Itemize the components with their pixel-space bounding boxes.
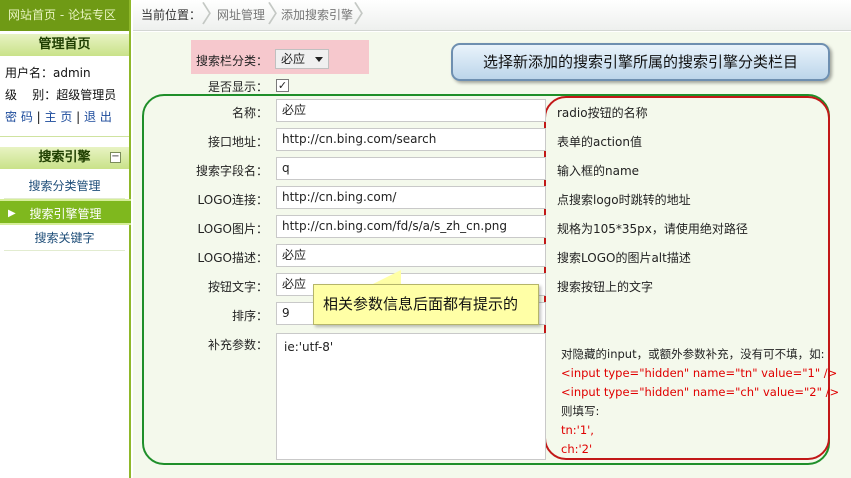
sidebar-section-search-label: 搜索引擎 — [38, 150, 91, 165]
action-url-input[interactable]: http://cn.bing.com/search — [276, 128, 546, 151]
breadcrumb-separator-icon: 〉 — [353, 0, 377, 28]
username-label: 用户名： — [5, 66, 54, 80]
field-label-extra: 补充参数： — [207, 338, 268, 352]
category-label: 搜索栏分类： — [195, 54, 268, 68]
sidebar-divider — [0, 136, 129, 137]
hint-action: 表单的action值 — [557, 135, 642, 149]
logo-alt-input[interactable]: 必应 — [276, 244, 546, 267]
hints-note-callout: 相关参数信息后面都有提示的 — [313, 284, 539, 325]
field-label-button-text: 按钮文字： — [207, 280, 268, 294]
sidebar-section-home[interactable]: 管理首页 — [0, 34, 129, 56]
logo-image-input[interactable]: http://cn.bing.com/fd/s/a/s_zh_cn.png — [276, 215, 546, 238]
breadcrumb-separator-icon: 〉 — [267, 0, 291, 28]
hint-query: 输入框的name — [557, 164, 640, 178]
breadcrumb-separator-icon: 〉 — [201, 0, 225, 28]
name-input[interactable]: 必应 — [276, 99, 546, 122]
extra-params-hint: 对隐藏的input，或额外参数补充，没有可不填，如: <input type="… — [561, 345, 839, 459]
field-label-order: 排序： — [231, 309, 268, 323]
hint-code-line: ch:'2' — [561, 442, 593, 456]
hint-code-line: <input type="hidden" name="ch" value="2"… — [561, 385, 840, 399]
main-content: 搜索栏分类： 必应 是否显示： ✓ 选择新添加的搜索引擎所属的搜索引擎分类栏目 … — [133, 32, 851, 478]
note-pointer — [363, 270, 401, 285]
logout-link[interactable]: 退 出 — [84, 110, 112, 124]
level-label: 级 别： — [5, 88, 57, 102]
field-label-logo-alt: LOGO描述： — [197, 251, 268, 265]
field-label-query: 搜索字段名： — [195, 164, 268, 178]
hint-logo-alt: 搜索LOGO的图片alt描述 — [557, 251, 691, 265]
category-select-value: 必应 — [281, 52, 306, 66]
logo-link-input[interactable]: http://cn.bing.com/ — [276, 186, 546, 209]
hint-line: 则填写: — [561, 404, 600, 418]
category-callout: 选择新添加的搜索引擎所属的搜索引擎分类栏目 — [451, 43, 830, 81]
field-label-logo-link: LOGO连接： — [197, 193, 268, 207]
username-value: admin — [53, 66, 91, 80]
sidebar-item-search-keyword[interactable]: 搜索关键字 — [4, 225, 125, 251]
caret-right-icon: ▶ — [8, 208, 16, 219]
breadcrumb-level2: 添加搜索引擎 — [281, 8, 354, 22]
field-label-action: 接口地址： — [207, 135, 268, 149]
home-link[interactable]: 主 页 — [45, 110, 73, 124]
hint-code-line: tn:'1', — [561, 423, 594, 437]
show-checkbox[interactable]: ✓ — [276, 79, 289, 92]
hint-line: 对隐藏的input，或额外参数补充，没有可不填，如: — [561, 347, 825, 361]
show-label: 是否显示： — [207, 80, 268, 94]
field-label-name: 名称： — [231, 106, 268, 120]
sidebar-item-label: 搜索引擎管理 — [29, 207, 102, 221]
sidebar-item-search-category[interactable]: 搜索分类管理 — [4, 173, 125, 199]
extra-params-textarea[interactable]: ie:'utf-8' — [276, 333, 546, 460]
breadcrumb-level1[interactable]: 网址管理 — [217, 0, 265, 31]
level-value: 超级管理员 — [56, 88, 117, 102]
query-field-input[interactable]: q — [276, 157, 546, 180]
sidebar-section-search[interactable]: 搜索引擎 − — [0, 147, 129, 169]
field-label-logo-image: LOGO图片： — [197, 222, 268, 236]
hint-code-line: <input type="hidden" name="tn" value="1"… — [561, 366, 838, 380]
breadcrumb-current-label: 当前位置： — [141, 8, 202, 22]
hint-button-text: 搜索按钮上的文字 — [557, 280, 654, 294]
breadcrumb: 当前位置： 〉 网址管理 〉 添加搜索引擎 〉 — [133, 0, 851, 31]
category-select[interactable]: 必应 — [275, 49, 329, 69]
hint-logo-image: 规格为105*35px，请使用绝对路径 — [557, 222, 748, 236]
hint-logo-link: 点搜索logo时跳转的地址 — [557, 193, 691, 207]
hint-name: radio按钮的名称 — [557, 106, 648, 120]
top-nav-link[interactable]: 网站首页 - 论坛专区 — [0, 0, 129, 31]
sidebar: 网站首页 - 论坛专区 管理首页 用户名：admin 级 别：超级管理员 密 码… — [0, 0, 131, 478]
password-link[interactable]: 密 码 — [5, 110, 33, 124]
minus-box-icon[interactable]: − — [110, 152, 121, 163]
sidebar-item-search-engine[interactable]: ▶ 搜索引擎管理 — [0, 199, 131, 225]
chevron-down-icon — [315, 57, 323, 62]
user-info: 用户名：admin 级 别：超级管理员 密 码 | 主 页 | 退 出 — [5, 66, 117, 124]
